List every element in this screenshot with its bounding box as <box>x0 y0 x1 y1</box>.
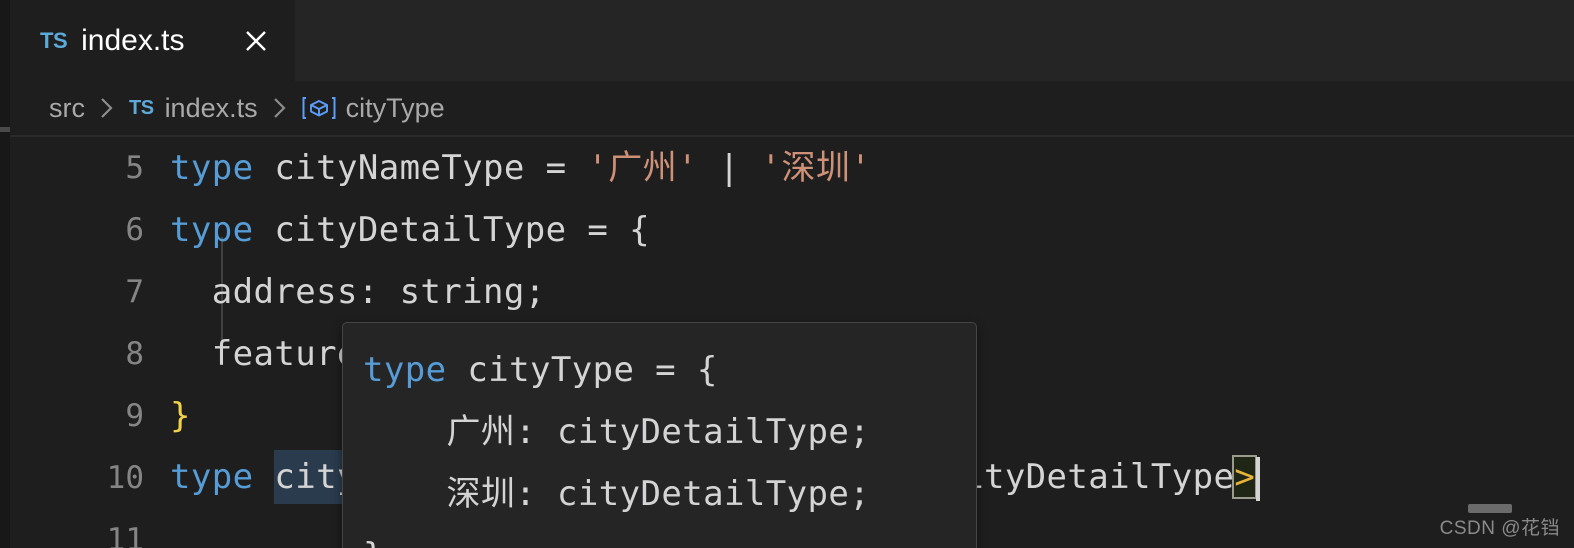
token-keyword: type <box>170 457 275 498</box>
code-editor[interactable]: 5 type cityNameType = '广州' | '深圳' 6 type… <box>10 137 1574 548</box>
typescript-file-icon: TS <box>129 97 154 119</box>
hover-tooltip: type cityType = { 广州: cityDetailType; 深圳… <box>342 322 977 548</box>
breadcrumb-label-src: src <box>49 92 85 123</box>
bracket-match-close: > <box>1232 455 1258 500</box>
code-line-6: 6 type cityDetailType = { <box>10 199 1574 261</box>
breadcrumb-item-index-ts[interactable]: TS index.ts <box>129 92 258 123</box>
chevron-right-icon <box>98 95 116 121</box>
token-string: '深圳' <box>760 148 872 188</box>
vscode-window: TS index.ts src TS index.ts cityType 5 t… <box>0 0 1574 548</box>
breadcrumb-item-citytype[interactable]: cityType <box>302 94 445 122</box>
breadcrumb-item-src[interactable]: src <box>49 92 85 123</box>
breadcrumb: src TS index.ts cityType <box>10 81 1574 135</box>
token-string: '广州' <box>587 148 698 188</box>
token-keyword: type <box>170 148 275 188</box>
line-number: 5 <box>125 149 144 186</box>
symbol-interface-icon <box>302 94 336 122</box>
typescript-file-icon: TS <box>40 27 68 53</box>
code-content: type cityDetailType = { <box>170 213 650 247</box>
sidebar-edge-strip <box>0 0 10 548</box>
tab-label: index.ts <box>81 23 185 57</box>
line-number: 9 <box>125 397 144 434</box>
hover-line-3: 深圳: cityDetailType; <box>363 474 871 514</box>
editor-tab-bar: TS index.ts <box>10 0 1574 81</box>
code-content: type cityNameType = '广州' | '深圳' <box>170 151 871 185</box>
close-icon[interactable] <box>239 24 273 58</box>
breadcrumb-label-index-ts: index.ts <box>164 92 258 123</box>
token-plain: cityNameType <box>274 148 546 188</box>
token-operator: | <box>697 148 761 188</box>
hover-token-rest: cityType = { <box>446 350 718 390</box>
breadcrumb-label-citytype: cityType <box>345 92 445 123</box>
line-number: 7 <box>125 273 144 310</box>
code-content: address: string; <box>170 272 546 312</box>
hover-line-2: 广州: cityDetailType; <box>363 412 871 452</box>
chevron-right-icon <box>271 95 289 121</box>
token-operator: = <box>545 148 588 188</box>
line-number: 11 <box>106 521 144 548</box>
tab-index-ts[interactable]: TS index.ts <box>10 0 295 81</box>
watermark-text: CSDN @花铛 <box>1439 518 1560 539</box>
hover-line-4: } <box>363 525 976 548</box>
token-keyword: type <box>170 210 275 250</box>
line-number: 8 <box>125 335 144 372</box>
scrollbar-nub[interactable] <box>1468 504 1512 513</box>
code-line-5: 5 type cityNameType = '广州' | '深圳' <box>10 137 1574 199</box>
code-line-7: 7 address: string; <box>10 261 1574 323</box>
line-number: 10 <box>106 459 144 496</box>
hover-token-keyword: type <box>363 350 447 390</box>
sidebar-scrollbar-nub[interactable] <box>0 127 10 132</box>
token-plain: cityDetailType = { <box>274 210 651 250</box>
line-number: 6 <box>125 211 144 248</box>
hover-line-1: type cityType = { <box>363 339 976 401</box>
text-cursor <box>1256 456 1261 501</box>
code-content: } <box>170 396 191 436</box>
